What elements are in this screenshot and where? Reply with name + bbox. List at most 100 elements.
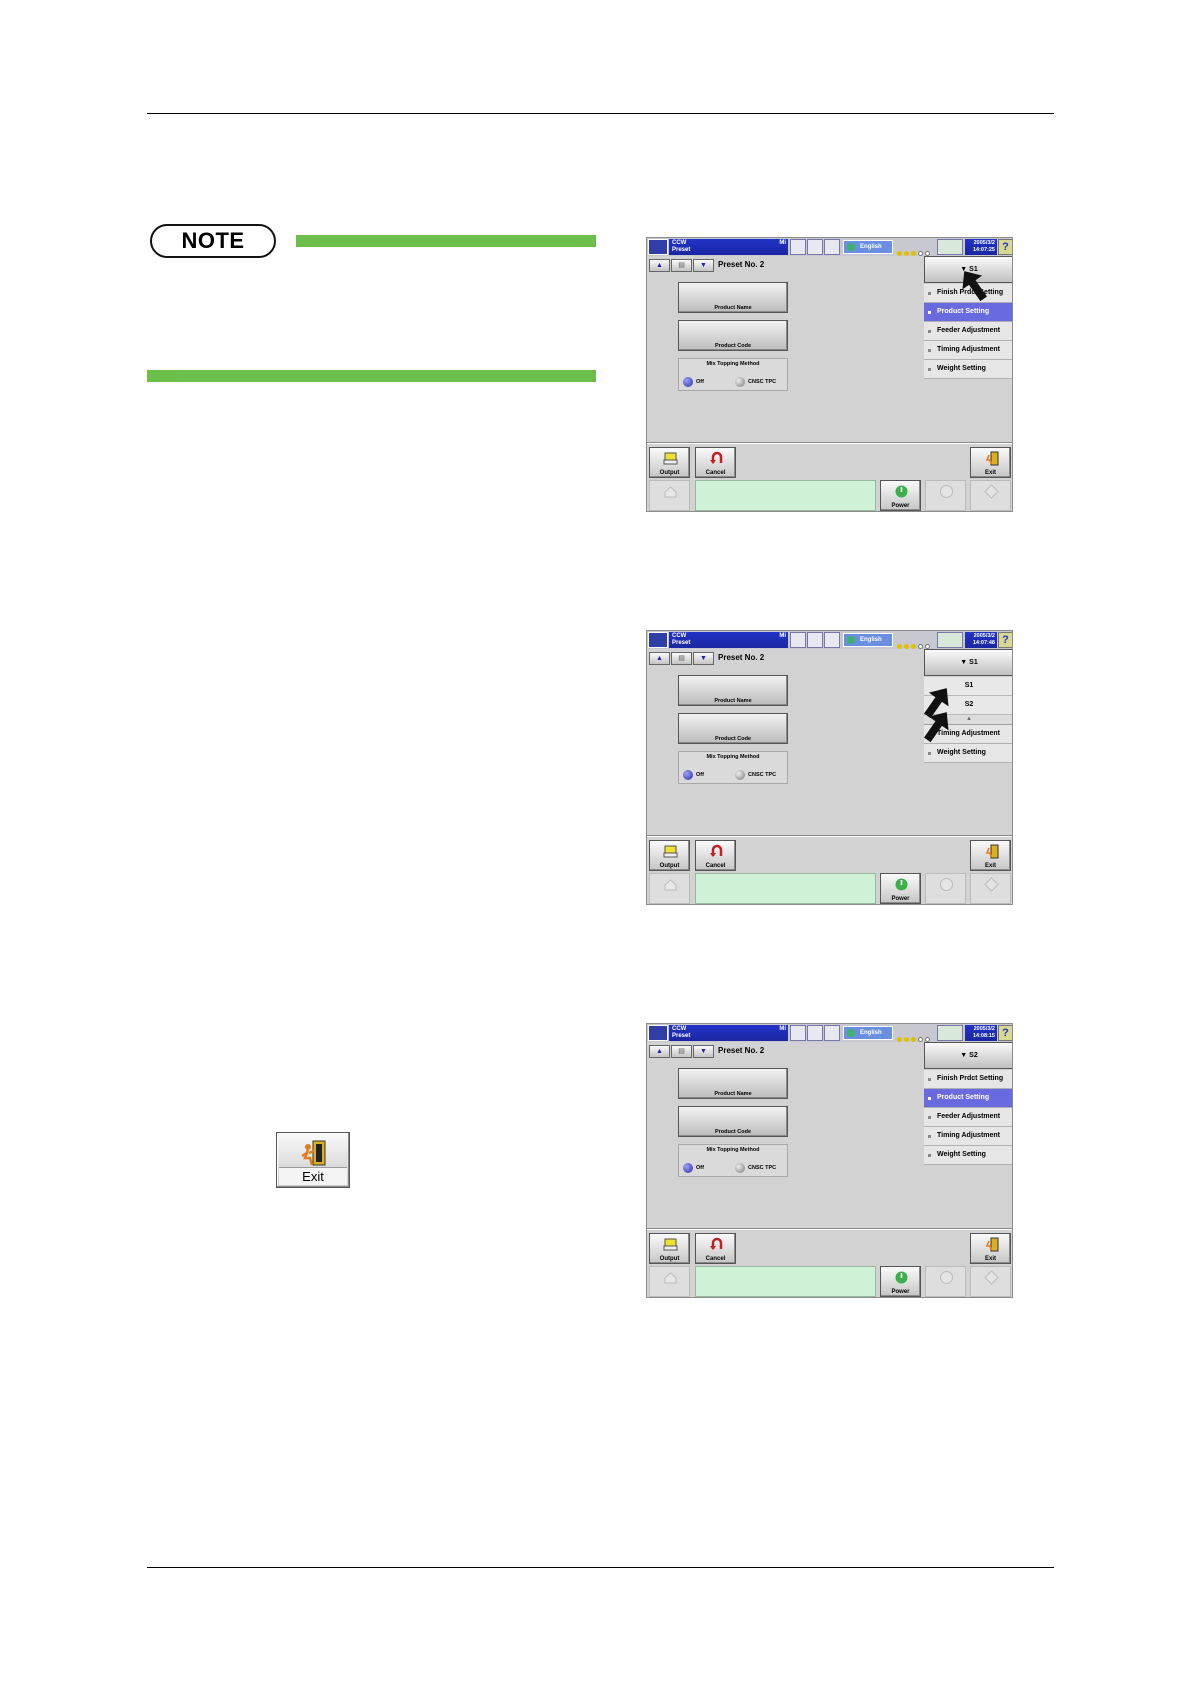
mode-indicator: CCW Preset Mi (669, 1025, 788, 1041)
power-button[interactable]: Power (880, 480, 921, 511)
preset-up-button[interactable]: ▲ (649, 652, 670, 665)
network-icon[interactable] (937, 239, 963, 255)
menu-item[interactable]: Weight Setting (924, 744, 1012, 763)
radio-off[interactable]: Off (683, 377, 704, 387)
preset-up-button[interactable]: ▲ (649, 1045, 670, 1058)
radio-cnsc-tpc[interactable]: CNSC TPC (735, 1163, 776, 1173)
machine-logo-icon[interactable] (648, 1025, 668, 1041)
preset-list-button[interactable]: ▤ (671, 652, 692, 665)
menu-item[interactable]: Weight Setting (924, 360, 1012, 379)
home-button[interactable] (649, 873, 690, 904)
output-button[interactable]: Output (649, 447, 690, 478)
mix-topping-group: Mix Topping Method Off CNSC TPC (678, 1144, 788, 1177)
stop-button[interactable] (970, 480, 1011, 511)
power-button[interactable]: Power (880, 1266, 921, 1297)
menu-item[interactable]: Timing Adjustment (924, 1127, 1012, 1146)
preset-list-button[interactable]: ▤ (671, 1045, 692, 1058)
antenna-icon[interactable] (824, 632, 840, 648)
output-button[interactable]: Output (649, 1233, 690, 1264)
radio-off[interactable]: Off (683, 770, 704, 780)
help-icon[interactable]: ? (998, 632, 1012, 648)
printer-icon (663, 1238, 678, 1251)
exit-button-small[interactable]: Exit (970, 840, 1011, 871)
setting-dropdown[interactable]: ▼ S2 (924, 1042, 1012, 1069)
status-bar: CCW Preset Mi English 2005/3/2 14:07:25? (647, 238, 1012, 256)
power-button[interactable]: Power (880, 873, 921, 904)
product-name-field[interactable]: Product Name (678, 675, 788, 706)
panel-divider (647, 442, 1012, 444)
machine-logo-icon[interactable] (648, 632, 668, 648)
network-icon[interactable] (937, 1025, 963, 1041)
menu-item[interactable]: Feeder Adjustment (924, 1108, 1012, 1127)
stop-button[interactable] (970, 873, 1011, 904)
document-icon[interactable] (790, 1025, 806, 1041)
preset-down-button[interactable]: ▼ (693, 259, 714, 272)
menu-item[interactable]: Product Setting (924, 1089, 1012, 1108)
exit-door-icon (985, 451, 999, 466)
start-button[interactable] (925, 480, 966, 511)
product-name-field[interactable]: Product Name (678, 1068, 788, 1099)
network-icon[interactable] (937, 632, 963, 648)
exit-door-icon (985, 1237, 999, 1252)
radio-cnsc-tpc[interactable]: CNSC TPC (735, 377, 776, 387)
scale-icon[interactable] (807, 239, 823, 255)
document-icon[interactable] (790, 632, 806, 648)
product-code-field[interactable]: Product Code (678, 1106, 788, 1137)
screen-capture-2: CCW Preset Mi English 2005/3/2 14:07:48? ▲ ▤ ▼ Pr… (646, 630, 1013, 905)
menu-item[interactable]: Timing Adjustment (924, 341, 1012, 360)
exit-button[interactable]: Exit (276, 1132, 350, 1188)
menu-item[interactable]: Finish Prdct Setting (924, 1070, 1012, 1089)
document-icon[interactable] (790, 239, 806, 255)
preset-down-button[interactable]: ▼ (693, 1045, 714, 1058)
stop-button[interactable] (970, 1266, 1011, 1297)
output-button[interactable]: Output (649, 840, 690, 871)
stop-icon (984, 484, 999, 499)
scale-icon[interactable] (807, 632, 823, 648)
screen-capture-3: CCW Preset Mi English 2005/3/2 14:08:15? ▲ ▤ ▼ Pr… (646, 1023, 1013, 1298)
antenna-icon[interactable] (824, 239, 840, 255)
help-icon[interactable]: ? (998, 239, 1012, 255)
cancel-button[interactable]: Cancel (695, 447, 736, 478)
machine-logo-icon[interactable] (648, 239, 668, 255)
stop-icon (984, 1270, 999, 1285)
undo-arrow-icon (710, 844, 723, 857)
menu-item[interactable]: Product Setting (924, 303, 1012, 322)
message-area (695, 1266, 876, 1297)
home-button[interactable] (649, 480, 690, 511)
preset-title: Preset No. 2 (718, 653, 765, 662)
menu-item[interactable]: Weight Setting (924, 1146, 1012, 1165)
radio-cnsc-tpc[interactable]: CNSC TPC (735, 770, 776, 780)
message-area (695, 480, 876, 511)
start-button[interactable] (925, 1266, 966, 1297)
antenna-icon[interactable] (824, 1025, 840, 1041)
mix-topping-group: Mix Topping Method Off CNSC TPC (678, 358, 788, 391)
home-button[interactable] (649, 1266, 690, 1297)
preset-down-button[interactable]: ▼ (693, 652, 714, 665)
preset-title: Preset No. 2 (718, 260, 765, 269)
help-icon[interactable]: ? (998, 1025, 1012, 1041)
preset-list-button[interactable]: ▤ (671, 259, 692, 272)
mode-indicator: CCW Preset Mi (669, 239, 788, 255)
exit-button-small[interactable]: Exit (970, 447, 1011, 478)
message-area (695, 873, 876, 904)
note-top-bar (296, 235, 596, 247)
menu-item[interactable]: Feeder Adjustment (924, 322, 1012, 341)
start-button[interactable] (925, 873, 966, 904)
cancel-button[interactable]: Cancel (695, 840, 736, 871)
radio-off[interactable]: Off (683, 1163, 704, 1173)
product-code-field[interactable]: Product Code (678, 320, 788, 351)
setting-dropdown[interactable]: ▼ S1 (924, 649, 1012, 676)
setting-menu: Finish Prdct Setting Product Setting Feede… (924, 1070, 1012, 1165)
language-selector[interactable]: English (843, 633, 893, 647)
preset-title: Preset No. 2 (718, 1046, 765, 1055)
preset-up-button[interactable]: ▲ (649, 259, 670, 272)
scale-icon[interactable] (807, 1025, 823, 1041)
cancel-button[interactable]: Cancel (695, 1233, 736, 1264)
product-name-field[interactable]: Product Name (678, 282, 788, 313)
language-selector[interactable]: English (843, 1026, 893, 1040)
language-selector[interactable]: English (843, 240, 893, 254)
exit-door-icon (985, 844, 999, 859)
signal-lamp-icon (897, 636, 935, 649)
exit-button-small[interactable]: Exit (970, 1233, 1011, 1264)
product-code-field[interactable]: Product Code (678, 713, 788, 744)
